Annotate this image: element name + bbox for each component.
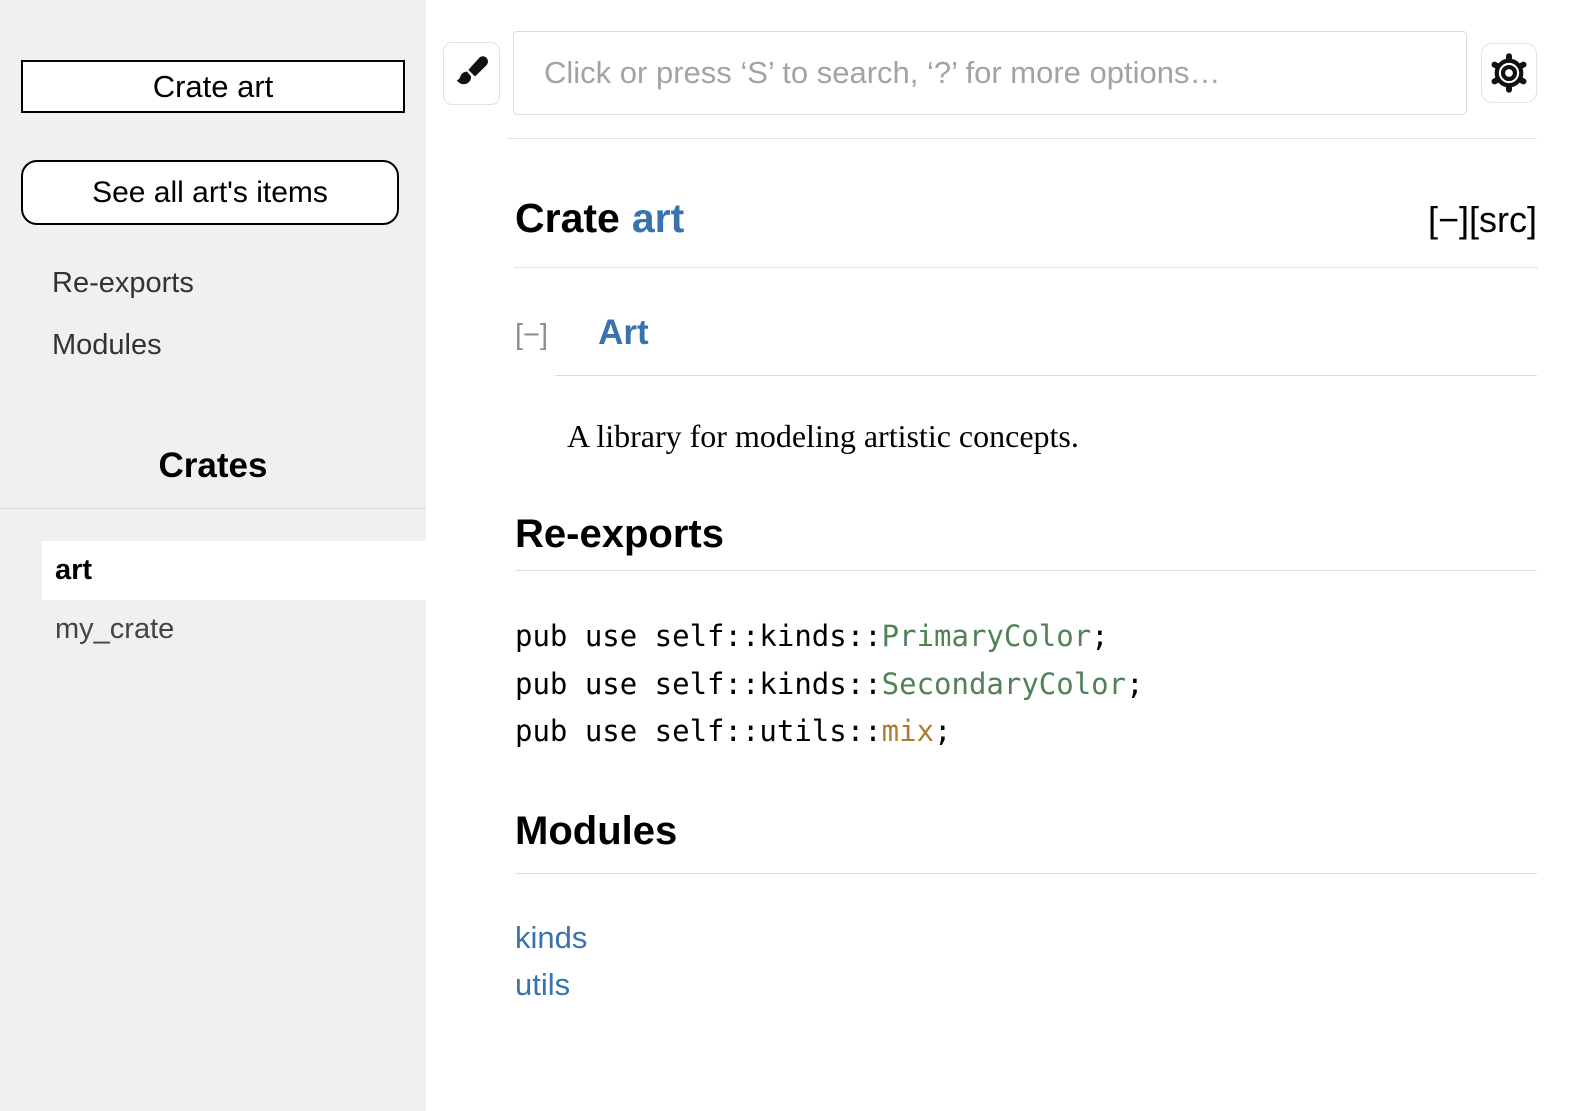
sidebar-link-modules[interactable]: Modules [52, 329, 426, 362]
see-all-items-label: See all art's items [92, 176, 328, 210]
search-input[interactable] [513, 31, 1467, 115]
sidebar-link-reexports[interactable]: Re-exports [52, 267, 426, 300]
crate-item-my-crate[interactable]: my_crate [42, 600, 426, 659]
reexport-line: pub use self::kinds::SecondaryColor; [515, 661, 1537, 709]
reexport-semicolon: ; [934, 714, 951, 748]
reexport-link-secondarycolor[interactable]: SecondaryColor [882, 667, 1126, 701]
reexport-code-prefix: pub use self::kinds:: [515, 619, 882, 653]
topbar-divider [507, 138, 1537, 139]
item-collapse-toggle[interactable]: [−] [515, 319, 548, 352]
crate-description: A library for modeling artistic concepts… [567, 418, 1537, 455]
crate-title-row: Crate art [−][src] [515, 195, 1537, 268]
main-content: Crateart [−][src] [−] Art A library for … [426, 0, 1584, 1111]
crates-heading: Crates [0, 446, 426, 486]
sidebar-crate-location-label: Crate art [153, 69, 274, 105]
module-link-kinds[interactable]: kinds [515, 914, 1537, 962]
page-title-prefix: Crate [515, 195, 620, 241]
crates-list: art my_crate [42, 541, 426, 659]
module-link-utils[interactable]: utils [515, 961, 1537, 1009]
item-divider [555, 375, 1537, 376]
art-item-link[interactable]: Art [598, 313, 649, 353]
reexport-code-prefix: pub use self::kinds:: [515, 667, 882, 701]
theme-picker-button[interactable] [443, 42, 500, 105]
reexport-semicolon: ; [1091, 619, 1108, 653]
sidebar-crate-location[interactable]: Crate art [21, 60, 405, 113]
see-all-items-button[interactable]: See all art's items [21, 160, 399, 225]
reexports-heading: Re-exports [515, 512, 1537, 571]
reexport-link-primarycolor[interactable]: PrimaryColor [882, 619, 1092, 653]
settings-button[interactable] [1481, 43, 1537, 103]
modules-list: kinds utils [515, 914, 1537, 1009]
crate-doc: Crateart [−][src] [−] Art A library for … [515, 195, 1537, 1009]
sidebar-divider [0, 508, 426, 509]
topbar [443, 31, 1537, 115]
reexport-line: pub use self::kinds::PrimaryColor; [515, 613, 1537, 661]
reexport-line: pub use self::utils::mix; [515, 708, 1537, 756]
page-title-crate-link[interactable]: art [632, 195, 684, 241]
reexport-semicolon: ; [1126, 667, 1143, 701]
page-title: Crate art [515, 195, 684, 242]
collapse-all-toggle[interactable]: [−] [1428, 199, 1469, 240]
reexport-link-mix[interactable]: mix [882, 714, 934, 748]
paint-brush-icon [453, 54, 491, 92]
sidebar: Crate art See all art's items Re-exports… [0, 0, 426, 1111]
reexports-code-block: pub use self::kinds::PrimaryColor; pub u… [515, 613, 1537, 756]
src-link[interactable]: [src] [1469, 199, 1537, 240]
sidebar-section-links: Re-exports Modules [52, 267, 426, 362]
crate-item-row: [−] Art [515, 313, 1537, 353]
title-tools: [−][src] [1428, 199, 1537, 241]
modules-heading: Modules [515, 809, 1537, 874]
crate-item-art[interactable]: art [42, 541, 426, 600]
reexport-code-prefix: pub use self::utils:: [515, 714, 882, 748]
gear-icon [1488, 52, 1530, 94]
